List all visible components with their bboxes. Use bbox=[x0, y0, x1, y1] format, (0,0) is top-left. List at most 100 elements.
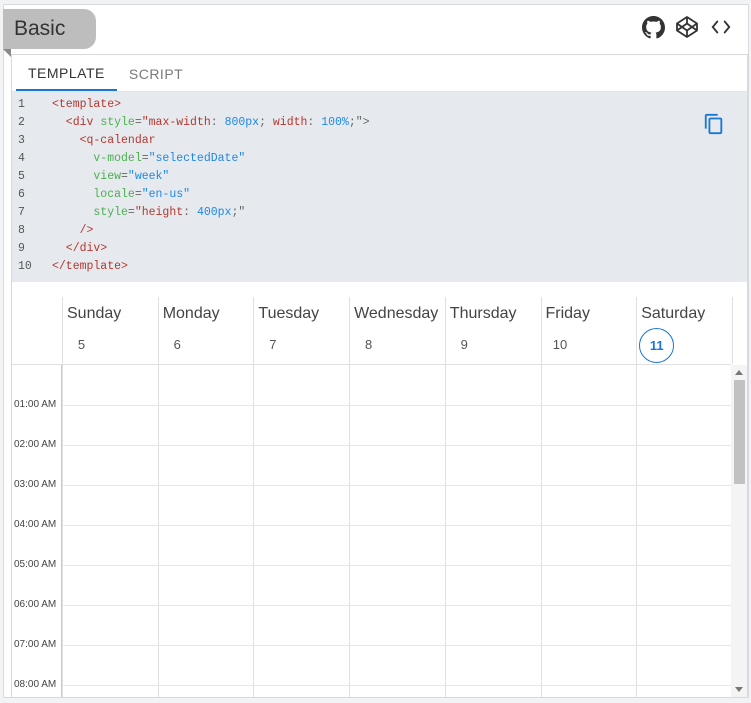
header-icons bbox=[641, 15, 733, 39]
today-date-button[interactable]: 11 bbox=[639, 328, 675, 363]
hour-line bbox=[62, 565, 731, 566]
day-header[interactable]: Tuesday 7 bbox=[254, 297, 349, 364]
example-body: TEMPLATE SCRIPT 1 <template> 2 <div style=… bbox=[11, 54, 748, 697]
day-header[interactable]: Monday 6 bbox=[159, 297, 254, 364]
tab-template[interactable]: TEMPLATE bbox=[16, 56, 117, 91]
code-line: 9 </div> bbox=[12, 240, 107, 258]
date-button[interactable]: 5 bbox=[65, 328, 98, 361]
code-line: 5 view="week" bbox=[12, 168, 169, 186]
line-number: 1 bbox=[18, 98, 25, 111]
code-token: 100% bbox=[321, 116, 349, 129]
day-divider bbox=[731, 297, 733, 364]
code-text: <div style="max-width: 800px; width: 100… bbox=[40, 114, 370, 132]
github-icon[interactable] bbox=[641, 15, 665, 39]
day-header[interactable]: Saturday 11 bbox=[637, 297, 732, 364]
day-header[interactable]: Friday 10 bbox=[542, 297, 637, 364]
date-button[interactable]: 6 bbox=[161, 328, 194, 361]
day-header[interactable]: Thursday 9 bbox=[446, 297, 541, 364]
day-divider bbox=[540, 365, 542, 697]
code-line: 2 <div style="max-width: 800px; width: 1… bbox=[12, 114, 370, 132]
date-button[interactable]: 7 bbox=[256, 328, 289, 361]
date-button[interactable]: 9 bbox=[448, 328, 481, 361]
code-token: <div bbox=[52, 116, 101, 129]
code-line: 8 /> bbox=[12, 222, 93, 240]
line-number: 10 bbox=[18, 260, 32, 273]
hour-label: 04:00 AM bbox=[14, 519, 57, 530]
code-token: = bbox=[134, 188, 142, 201]
hour-label: 06:00 AM bbox=[14, 599, 57, 610]
day-divider bbox=[636, 365, 638, 697]
hour-label: 02:00 AM bbox=[14, 439, 57, 450]
line-number: 5 bbox=[18, 170, 25, 183]
code-token: = bbox=[121, 170, 128, 183]
code-token: : bbox=[183, 206, 197, 219]
line-number: 9 bbox=[18, 242, 25, 255]
day-divider bbox=[157, 365, 159, 697]
day-divider bbox=[62, 365, 63, 697]
day-header[interactable]: Wednesday 8 bbox=[350, 297, 445, 364]
hour-label: 07:00 AM bbox=[14, 639, 57, 650]
code-token: "selectedDate" bbox=[148, 152, 246, 165]
hour-line bbox=[62, 605, 731, 606]
code-text: <template> bbox=[40, 96, 121, 114]
scroll-down-icon[interactable] bbox=[735, 687, 743, 692]
weekday-label: Monday bbox=[162, 305, 220, 322]
line-number: 3 bbox=[18, 134, 25, 147]
code-icon[interactable] bbox=[709, 15, 733, 39]
tab-script[interactable]: SCRIPT bbox=[117, 56, 195, 91]
code-token: </template> bbox=[52, 260, 128, 273]
code-text: view="week" bbox=[40, 168, 169, 186]
code-token: 400px bbox=[196, 206, 232, 219]
code-token: = bbox=[141, 152, 149, 165]
weekday-label: Tuesday bbox=[258, 305, 320, 322]
copy-icon[interactable] bbox=[703, 112, 725, 136]
codepen-icon[interactable] bbox=[675, 15, 699, 39]
weekday-label: Sunday bbox=[67, 305, 122, 322]
code-token: view bbox=[52, 170, 122, 183]
code-token: : bbox=[210, 116, 225, 129]
hour-line bbox=[62, 685, 731, 686]
code-block: 1 <template> 2 <div style="max-width: 800p… bbox=[12, 92, 747, 282]
day-divider bbox=[349, 365, 351, 697]
code-token: "week" bbox=[127, 170, 170, 183]
line-number: 4 bbox=[18, 152, 25, 165]
weekday-label: Wednesday bbox=[354, 305, 439, 322]
code-text: locale="en-us" bbox=[40, 186, 190, 204]
code-token: "height bbox=[134, 206, 184, 219]
code-token: v-model bbox=[52, 152, 142, 165]
calendar-header: Sunday 5 Monday 6 Tuesday 7 Wednesday 8 Thursday… bbox=[12, 297, 733, 365]
example-title: Basic bbox=[3, 9, 96, 49]
code-token: /> bbox=[52, 224, 94, 237]
date-button[interactable]: 10 bbox=[544, 328, 577, 361]
code-token: ;"> bbox=[348, 116, 370, 129]
code-text: v-model="selectedDate" bbox=[40, 150, 245, 168]
weekday-label: Thursday bbox=[449, 305, 517, 322]
code-token: ;" bbox=[231, 206, 246, 219]
day-header[interactable]: Sunday 5 bbox=[63, 297, 158, 364]
code-token: ; bbox=[259, 116, 273, 129]
scrollbar[interactable] bbox=[731, 365, 747, 697]
line-number: 8 bbox=[18, 224, 25, 237]
q-calendar: Sunday 5 Monday 6 Tuesday 7 Wednesday 8 Thursday… bbox=[12, 297, 747, 697]
hour-line bbox=[62, 645, 731, 646]
day-divider bbox=[253, 365, 255, 697]
title-tail bbox=[3, 49, 11, 57]
weekday-label: Saturday bbox=[641, 305, 706, 322]
hour-label: 08:00 AM bbox=[14, 679, 57, 690]
code-text: </div> bbox=[40, 240, 107, 258]
calendar-body[interactable]: 01:00 AM 02:00 AM 03:00 AM 04:00 AM 05:00 AM… bbox=[12, 365, 731, 697]
code-text: /> bbox=[40, 222, 94, 240]
scroll-up-icon[interactable] bbox=[735, 370, 743, 375]
hour-label: 05:00 AM bbox=[14, 559, 57, 570]
source-tabs: TEMPLATE SCRIPT bbox=[12, 55, 747, 92]
hour-line bbox=[62, 525, 731, 526]
code-token: style bbox=[52, 206, 128, 219]
code-token: style bbox=[100, 116, 135, 129]
hour-label: 03:00 AM bbox=[14, 479, 57, 490]
hour-line bbox=[62, 445, 731, 446]
code-text: style="height: 400px;" bbox=[40, 204, 245, 222]
scroll-thumb[interactable] bbox=[734, 380, 745, 484]
code-token: <q-calendar bbox=[52, 134, 156, 147]
date-button[interactable]: 8 bbox=[352, 328, 385, 361]
code-token: : bbox=[307, 116, 322, 129]
